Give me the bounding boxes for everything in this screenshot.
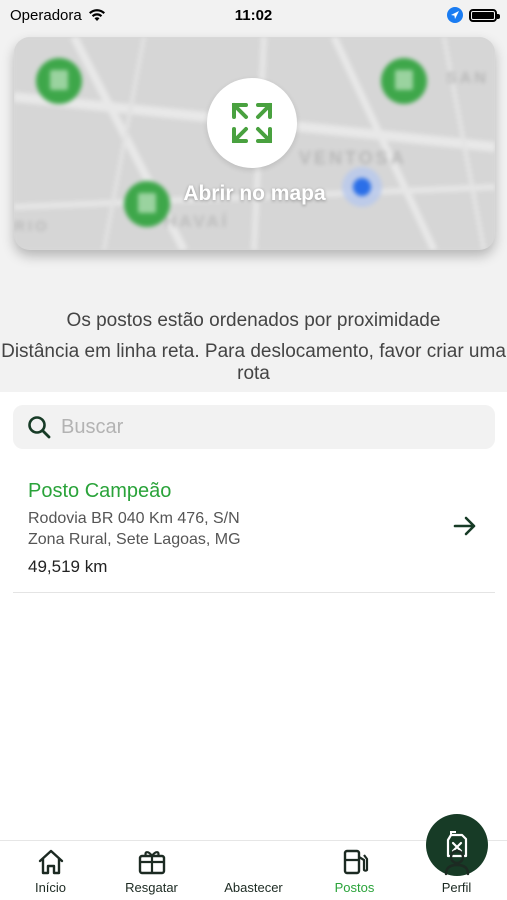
station-address-line1: Rodovia BR 040 Km 476, S/N [28,510,240,527]
map-street-label: VENTOSA [299,148,407,168]
battery-icon [469,8,500,22]
search-input[interactable] [61,415,461,439]
gift-icon [138,851,165,875]
status-right [447,7,500,23]
map-street-label: RIO [14,218,50,235]
arrow-right-icon[interactable] [453,514,477,538]
location-arrow-icon [447,7,463,23]
tab-label: Resgatar [125,880,178,895]
tab-abastecer[interactable]: Abastecer [203,814,488,900]
tab-label: Início [34,880,67,895]
station-name: Posto Campeão [28,480,172,502]
user-icon [444,849,469,876]
search-bar[interactable] [13,405,495,449]
status-bar: Operadora 11:02 [0,0,507,30]
sort-info-text: Os postos estão ordenados por proximidad… [66,310,441,331]
expand-icon [232,103,272,143]
gas-station-marker-icon [36,58,82,104]
gas-pump-icon [343,849,368,875]
home-icon [38,849,63,875]
tab-resgatar[interactable]: Resgatar [101,841,202,900]
map-preview-card[interactable]: VENTOSA HAVAÍ RIO SAN Abrir no mapa [14,37,495,250]
tab-perfil[interactable]: Perfil [406,841,507,900]
status-left: Operadora [10,7,106,24]
status-time: 11:02 [234,6,273,24]
station-list-item[interactable]: Posto Campeão Rodovia BR 040 Km 476, S/N… [13,470,495,593]
open-map-button[interactable] [207,78,297,168]
map-street-label: SAN [446,70,489,87]
distance-info-text: Distância em linha reta. Para deslocamen… [1,341,506,384]
tab-inicio[interactable]: Início [0,841,101,900]
carrier-label: Operadora [10,6,82,24]
search-icon [28,416,51,439]
tab-label: Perfil [441,880,472,895]
map-street-label: HAVAÍ [164,212,229,231]
station-address-line2: Zona Rural, Sete Lagoas, MG [28,531,241,548]
tab-bar: Início Resgatar Abastecer Postos Perfil [0,814,507,900]
gas-station-marker-icon [381,58,427,104]
tab-label: Postos [334,880,375,895]
tab-label: Abastecer [224,880,283,895]
tab-postos[interactable]: Postos [304,841,405,900]
wifi-icon [88,9,105,21]
open-map-label[interactable]: Abrir no mapa [14,182,495,206]
station-distance: 49,519 km [28,557,108,576]
top-area: VENTOSA HAVAÍ RIO SAN Abrir no mapa Os p… [0,30,507,392]
